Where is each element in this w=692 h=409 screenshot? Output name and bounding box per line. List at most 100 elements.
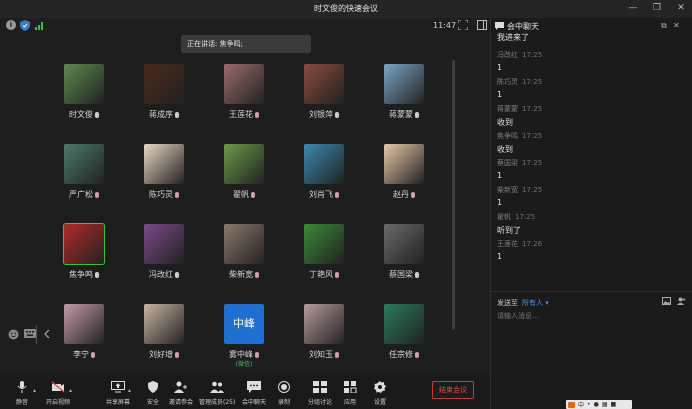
avatar (64, 144, 104, 184)
message-sender: 焦争鸣 (497, 132, 518, 140)
end-meeting-button[interactable]: 结束会议 (432, 381, 474, 399)
members-button[interactable]: 管理成员(25) (199, 381, 235, 406)
message-content: 收到 (497, 118, 513, 127)
avatar (224, 224, 264, 264)
invite-button[interactable]: 邀请参会 (163, 381, 199, 406)
popout-icon[interactable]: ⧉ (661, 21, 667, 31)
message-content: 1 (497, 90, 503, 99)
invite-label: 邀请参会 (168, 399, 193, 406)
info-icon[interactable]: i (6, 20, 16, 30)
image-icon[interactable] (662, 297, 671, 305)
chat-bubble-icon (495, 22, 504, 30)
avatar (304, 64, 344, 104)
screen-share-icon (111, 381, 125, 393)
participant-name-row: 蒋蒙蒙 (364, 109, 444, 120)
participant-tile[interactable]: 柴新宽 (204, 224, 284, 286)
participant-name-row: 蔡国梁 (364, 269, 444, 280)
mic-muted-icon (335, 191, 339, 198)
emoji-icon[interactable] (8, 329, 20, 340)
shield-icon[interactable] (20, 20, 30, 31)
video-options-caret-icon[interactable]: ▴ (69, 387, 75, 394)
settings-label: 设置 (373, 399, 386, 406)
message-meta: 焦争鸣 17:25 (497, 131, 687, 141)
microphone-icon (15, 381, 29, 393)
message-sender: 柴新宽 (497, 186, 518, 194)
message-meta: 蒋蒙蒙 17:25 (497, 104, 687, 114)
participant-tile[interactable]: 焦争鸣 (44, 224, 124, 286)
ime-toolbar[interactable]: 中 • ● ▦ ■ (566, 400, 632, 409)
participant-tile[interactable]: 刘知玉 (284, 304, 364, 366)
participant-name: 柴新宽 (229, 270, 253, 279)
keyboard-icon[interactable] (24, 329, 36, 339)
keyboard-icon[interactable]: ▦ (602, 401, 608, 408)
collapse-arrow-icon[interactable] (44, 329, 50, 339)
participant-tile[interactable]: 蒋成序 (124, 64, 204, 126)
ime-logo-icon (568, 401, 575, 408)
message-time: 17:25 (515, 213, 536, 221)
add-user-icon[interactable] (677, 297, 686, 305)
participant-tile[interactable]: 刘银萍 (284, 64, 364, 126)
minimize-icon[interactable]: — (626, 2, 640, 15)
participant-tile[interactable]: 刘肖飞 (284, 144, 364, 206)
participant-tile[interactable]: 中峰 雾中峰 (微信) (204, 304, 284, 368)
close-chat-icon[interactable]: ✕ (673, 21, 680, 30)
participant-name: 刘银萍 (309, 110, 333, 119)
ime-mode-label[interactable]: 中 (578, 400, 584, 409)
participant-tile[interactable]: 任宗修 (364, 304, 444, 366)
participant-tile[interactable]: 蒋蒙蒙 (364, 64, 444, 126)
microphone-icon[interactable]: ● (594, 401, 599, 408)
participant-name: 时文俊 (69, 110, 93, 119)
mic-muted-icon (175, 191, 179, 198)
avatar (224, 64, 264, 104)
participant-name-row: 刘银萍 (284, 109, 364, 120)
participant-tile[interactable]: 时文俊 (44, 64, 124, 126)
microphone-icon (415, 271, 419, 278)
message-time: 17:25 (522, 159, 543, 167)
mute-options-caret-icon[interactable]: ▴ (33, 387, 39, 394)
clock-text: 11:47 (433, 21, 457, 30)
speaking-indicator: 正在讲话: 焦争鸣; (181, 35, 311, 53)
fullscreen-icon[interactable] (458, 20, 468, 30)
participant-tile[interactable]: 冯改红 (124, 224, 204, 286)
close-icon[interactable]: ✕ (674, 2, 688, 15)
divider (36, 326, 37, 344)
layout-toggle-icon[interactable] (477, 20, 487, 30)
avatar (64, 224, 104, 264)
participant-tile[interactable]: 严广松 (44, 144, 124, 206)
avatar (144, 304, 184, 344)
chat-message: 王莲花 17:26 1 (497, 239, 687, 261)
mic-muted-icon (255, 271, 259, 278)
participant-tile[interactable]: 王莲花 (204, 64, 284, 126)
participant-name: 翟帆 (233, 190, 249, 199)
participant-name: 蔡国梁 (389, 270, 413, 279)
mic-muted-icon (95, 191, 99, 198)
recipient-select[interactable]: 所有人 ▾ (522, 299, 549, 307)
meeting-toolbar: 结束会议 静音 开启视频 共享屏幕 安全 邀请参会 管理成员(25) 会中聊天 录制 分组讨论应… (0, 375, 490, 409)
restore-icon[interactable]: ❐ (650, 2, 664, 15)
record-button[interactable]: 录制 (266, 381, 302, 406)
ime-punct-icon[interactable]: • (587, 401, 591, 408)
microphone-icon (415, 111, 419, 118)
chat-message: 陈巧灵 17:25 1 (497, 77, 687, 99)
message-meta: 冯改红 17:25 (497, 50, 687, 60)
participant-tile[interactable]: 丁艳风 (284, 224, 364, 286)
mic-muted-icon (255, 111, 259, 118)
chat-input[interactable]: 请输入消息... (497, 311, 539, 321)
message-meta: 柴新宽 17:25 (497, 185, 687, 195)
participant-tile[interactable]: 蔡国梁 (364, 224, 444, 286)
share-options-caret-icon[interactable]: ▴ (128, 387, 134, 394)
participant-tile[interactable]: 翟帆 (204, 144, 284, 206)
participant-tile[interactable]: 陈巧灵 (124, 144, 204, 206)
chat-input-tools (662, 297, 686, 305)
participant-tile[interactable]: 李宁 (44, 304, 124, 366)
message-content: 收到 (497, 145, 513, 154)
participant-name: 雾中峰 (229, 350, 253, 359)
participant-grid: 时文俊 蒋成序 王莲花 刘银萍 蒋蒙蒙严广松 陈巧灵 翟帆 刘肖飞 赵丹焦争鸣 冯改红 柴新宽 丁艳风… (0, 55, 490, 375)
skin-icon[interactable]: ■ (610, 401, 616, 408)
participant-tile[interactable]: 刘好增 (124, 304, 204, 366)
settings-button[interactable]: 设置 (362, 381, 398, 406)
message-meta: 蔡国梁 17:25 (497, 158, 687, 168)
participant-tile[interactable]: 赵丹 (364, 144, 444, 206)
window-title: 时文俊的快速会议 (314, 4, 378, 13)
grid-scrollbar[interactable] (452, 60, 455, 330)
